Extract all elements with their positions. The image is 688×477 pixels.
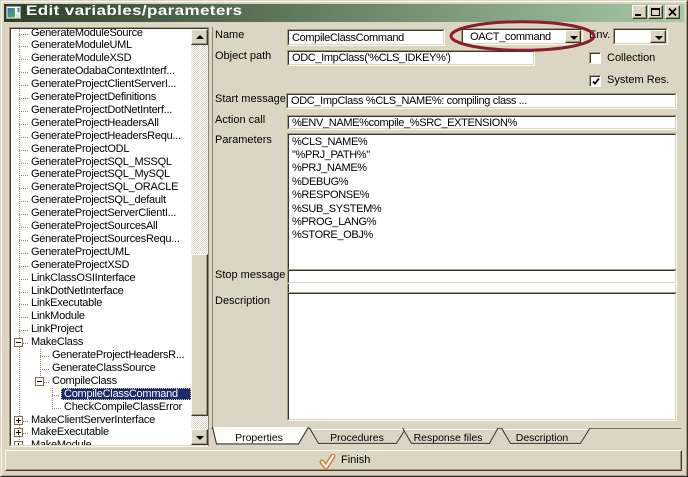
svg-text:Description: Description [516,432,569,444]
svg-text:Properties: Properties [235,432,283,444]
svg-text:Procedures: Procedures [330,432,384,444]
svg-text:Response files: Response files [414,432,483,444]
